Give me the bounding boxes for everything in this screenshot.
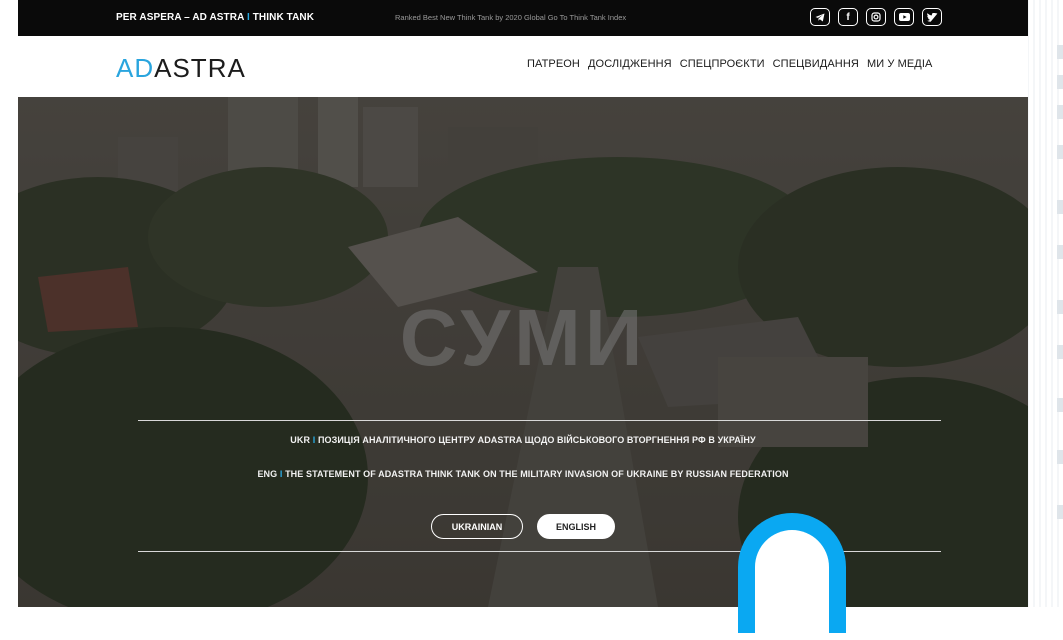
statement-ukr-prefix: UKR (290, 435, 311, 445)
left-gutter (0, 0, 18, 607)
ranking-tagline: Ranked Best New Think Tank by 2020 Globa… (395, 13, 627, 22)
language-buttons: UKRAINIAN ENGLISH (18, 514, 1028, 539)
statement-eng-separator: I (279, 469, 283, 479)
facebook-icon[interactable]: f (838, 8, 858, 26)
top-bar-brand[interactable]: PER ASPERA – AD ASTRA I THINK TANK (116, 0, 314, 36)
telegram-icon[interactable] (810, 8, 830, 26)
logo-part-ad: AD (116, 53, 155, 83)
brand-separator: I (246, 12, 250, 23)
main-header: ADASTRA ПАТРЕОН ДОСЛІДЖЕННЯ СПЕЦПРОЄКТИ … (18, 36, 1028, 98)
nav-item-special-projects[interactable]: СПЕЦПРОЄКТИ (680, 58, 765, 70)
facebook-glyph: f (846, 11, 850, 23)
nav-item-patreon[interactable]: ПАТРЕОН (527, 58, 580, 70)
social-links: f (810, 8, 942, 26)
main-menu: ПАТРЕОН ДОСЛІДЖЕННЯ СПЕЦПРОЄКТИ СПЕЦВИДА… (527, 58, 932, 70)
right-edge-decoration (1027, 0, 1063, 607)
brand-text-left: PER ASPERA – AD ASTRA (116, 12, 245, 23)
nav-item-research[interactable]: ДОСЛІДЖЕННЯ (588, 58, 672, 70)
statement-ukr-text: ПОЗИЦІЯ АНАЛІТИЧНОГО ЦЕНТРУ ADASTRA ЩОДО… (317, 435, 756, 445)
ukrainian-button[interactable]: UKRAINIAN (431, 514, 523, 539)
top-bar: PER ASPERA – AD ASTRA I THINK TANK Ranke… (18, 0, 1028, 36)
brand-text-right: THINK TANK (252, 12, 315, 23)
english-button[interactable]: ENGLISH (537, 514, 615, 539)
hero-city-title: СУМИ (399, 293, 647, 382)
statement-eng-link[interactable]: ENG I THE STATEMENT OF ADASTRA THINK TAN… (18, 469, 1028, 479)
hero-divider-top (138, 420, 941, 421)
statement-eng-prefix: ENG (257, 469, 278, 479)
nav-item-media[interactable]: МИ У МЕДІА (867, 58, 933, 70)
statement-ukr-link[interactable]: UKR I ПОЗИЦІЯ АНАЛІТИЧНОГО ЦЕНТРУ ADASTR… (18, 435, 1028, 445)
nav-item-special-editions[interactable]: СПЕЦВИДАННЯ (773, 58, 859, 70)
hero-banner: СУМИ UKR I ПОЗИЦІЯ АНАЛІТИЧНОГО ЦЕНТРУ A… (18, 97, 1028, 607)
logo-part-astra: ASTRA (154, 53, 246, 83)
twitter-icon[interactable] (922, 8, 942, 26)
adastra-logo[interactable]: ADASTRA (116, 53, 246, 83)
statement-ukr-separator: I (312, 435, 316, 445)
youtube-icon[interactable] (894, 8, 914, 26)
instagram-icon[interactable] (866, 8, 886, 26)
touch-pointer-overlay (738, 513, 846, 640)
statement-eng-text: THE STATEMENT OF ADASTRA THINK TANK ON T… (285, 469, 789, 479)
